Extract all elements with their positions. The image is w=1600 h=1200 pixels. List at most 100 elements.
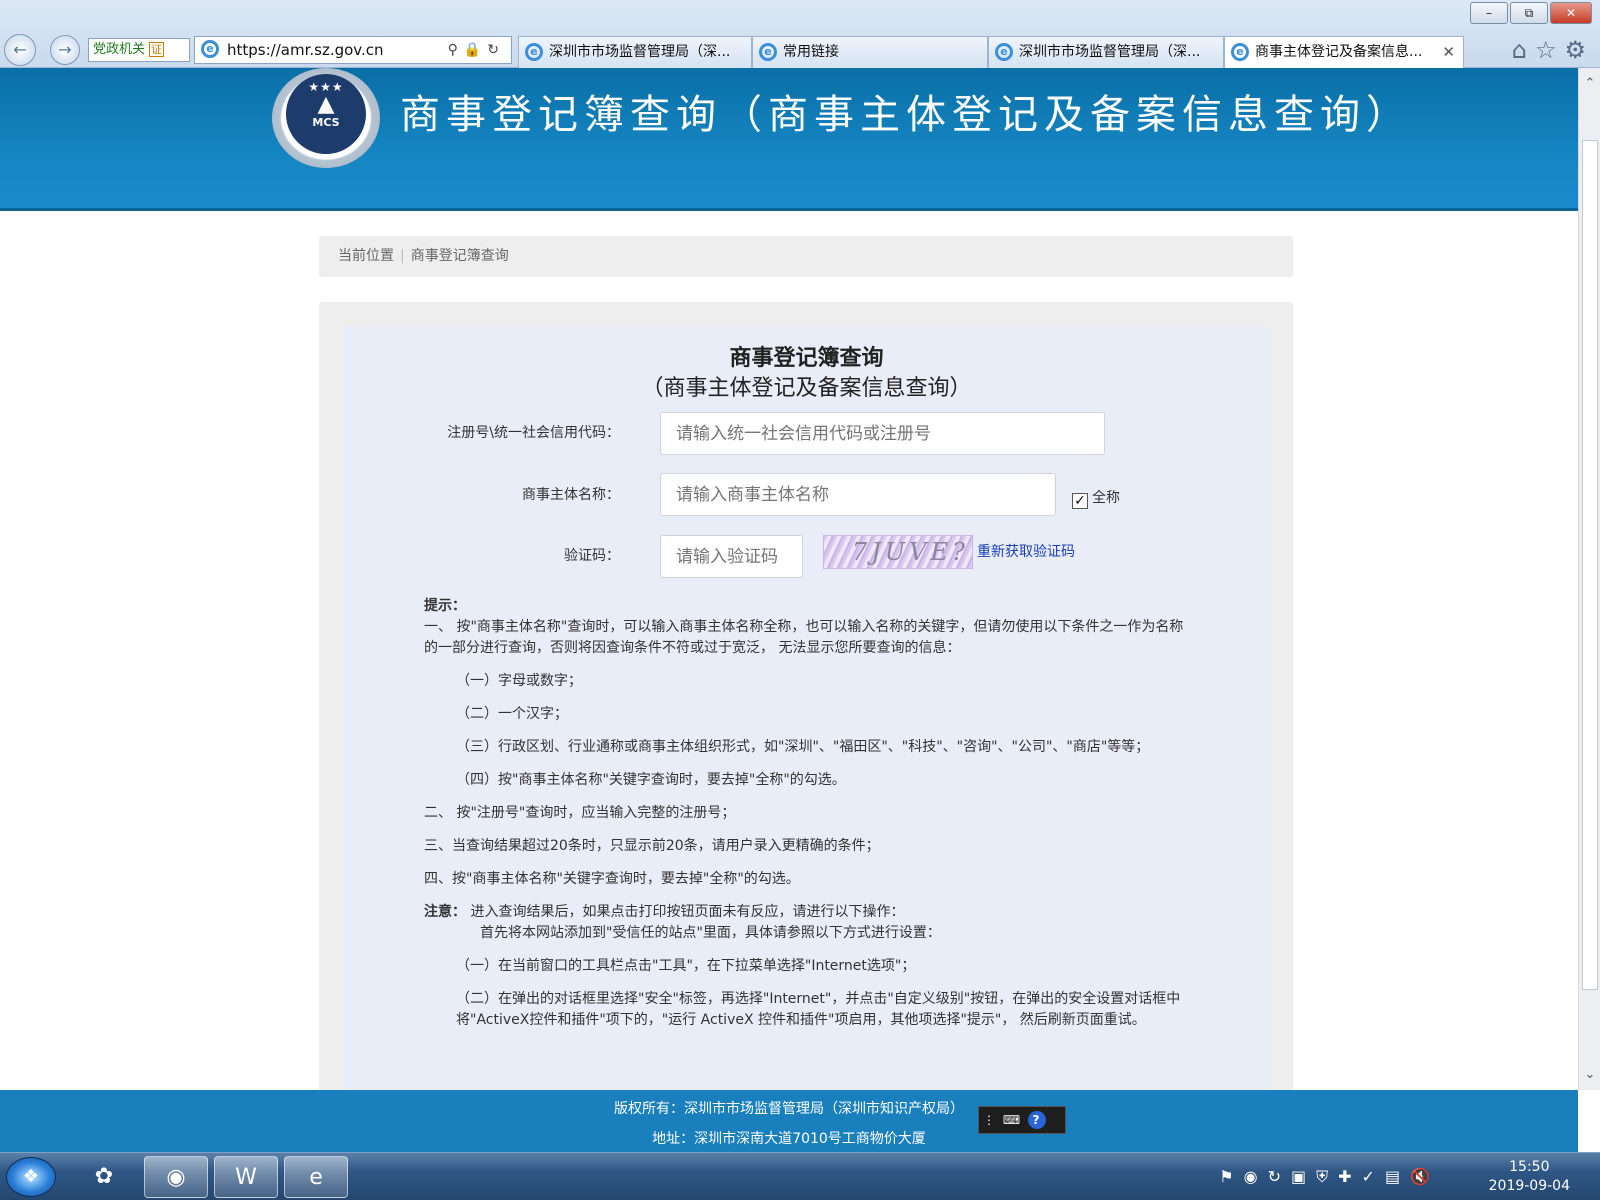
forward-icon: → <box>58 40 72 59</box>
tab-4-active[interactable]: e 商事主体登记及备案信息... ✕ <box>1224 36 1464 68</box>
logo-text: MCS <box>312 116 340 129</box>
address-bar[interactable]: e https://amr.sz.gov.cn ⚲🔒↻ <box>194 36 512 64</box>
site-tag-label: 党政机关 <box>93 42 146 57</box>
site-title: 商事登记簿查询（商事主体登记及备案信息查询） <box>400 92 1412 138</box>
plus-icon[interactable]: ✚ <box>1338 1167 1361 1186</box>
clock-date: 2019-09-04 <box>1488 1178 1570 1194</box>
tab-label: 常用链接 <box>783 44 839 60</box>
gear-icon[interactable]: ⚙ <box>1564 36 1594 64</box>
search-icon[interactable]: ⚲ <box>448 42 464 58</box>
tab-2[interactable]: e 常用链接 <box>752 36 988 68</box>
clock-time: 15:50 <box>1509 1159 1550 1175</box>
sync-icon[interactable]: ↻ <box>1268 1167 1291 1186</box>
browser-chrome: – ⧉ ✕ ← → 党政机关证 e https://amr.sz.gov.cn … <box>0 0 1600 68</box>
tip-4: 四、按"商事主体名称"关键字查询时，要去掉"全称"的勾选。 <box>424 871 800 887</box>
refresh-icon[interactable]: ↻ <box>487 42 505 58</box>
flag-icon[interactable]: ⚑ <box>1219 1167 1243 1186</box>
site-banner: ★★★ ▲ MCS 商事登记簿查询（商事主体登记及备案信息查询） <box>0 68 1578 211</box>
ie-icon: e <box>201 40 219 58</box>
site-tag-badge: 证 <box>149 42 165 57</box>
star-icon[interactable]: ☆ <box>1535 36 1565 64</box>
tip-3: 三、当查询结果超过20条时，只显示前20条，请用户录入更精确的条件； <box>424 838 880 854</box>
site-footer: 版权所有：深圳市市场监督管理局（深圳市知识产权局） 地址：深圳市深南大道7010… <box>0 1090 1578 1152</box>
ie-icon: e <box>1231 43 1249 61</box>
tab-1[interactable]: e 深圳市市场监督管理局（深... <box>518 36 752 68</box>
keyboard-icon[interactable]: ⌨ <box>1003 1113 1022 1127</box>
address-tools: ⚲🔒↻ <box>448 37 505 63</box>
ie-icon: e <box>759 43 777 61</box>
note-step-1: （一）在当前窗口的工具栏点击"工具"，在下拉菜单选择"Internet选项"； <box>456 958 916 974</box>
ie-icon: e <box>995 43 1013 61</box>
tab-label: 深圳市市场监督管理局（深... <box>549 44 731 60</box>
address-site-tag[interactable]: 党政机关证 <box>88 38 190 62</box>
taskbar-app-icon[interactable]: ✿ <box>72 1156 136 1198</box>
captcha-input[interactable] <box>660 535 803 578</box>
help-icon[interactable]: ? <box>1027 1111 1046 1129</box>
note-text: 进入查询结果后，如果点击打印按钮页面未有反应，请进行以下操作： <box>470 904 905 920</box>
url-text: https://amr.sz.gov.cn <box>227 41 384 59</box>
tip-1-sub-4: （四）按"商事主体名称"关键字查询时，要去掉"全称"的勾选。 <box>456 772 846 788</box>
back-icon: ← <box>13 40 27 59</box>
note-heading: 注意： <box>424 904 466 920</box>
system-tray: ⚑◉↻▣⛨✚✓▤🔇 <box>1219 1167 1440 1187</box>
word-icon[interactable]: W <box>214 1156 278 1198</box>
windows-start-icon[interactable]: ❖ <box>6 1157 56 1197</box>
fullname-label: 全称 <box>1092 490 1120 506</box>
tab-label: 商事主体登记及备案信息... <box>1255 44 1423 60</box>
minimize-button[interactable]: – <box>1470 2 1508 24</box>
restore-button[interactable]: ⧉ <box>1510 2 1548 24</box>
logo-emblem-icon: ▲ <box>317 92 335 117</box>
close-tab-icon[interactable]: ✕ <box>1442 37 1455 67</box>
scroll-down-icon[interactable]: ⌄ <box>1579 1067 1600 1082</box>
form-subtitle: （商事主体登记及备案信息查询） <box>641 376 972 401</box>
tip-1: 一、 按"商事主体名称"查询时，可以输入商事主体名称全称，也可以输入名称的关键字… <box>424 619 1184 656</box>
check-icon[interactable]: ✓ <box>1362 1167 1385 1186</box>
wechat-tray-icon[interactable]: ◉ <box>1244 1167 1268 1186</box>
footer-copyright: 版权所有：深圳市市场监督管理局（深圳市知识产权局） <box>614 1101 964 1117</box>
ie-taskbar-icon[interactable]: e <box>284 1156 348 1198</box>
checkmark-icon[interactable]: ✓ <box>1072 493 1088 509</box>
window-controls: – ⧉ ✕ <box>1468 2 1592 24</box>
breadcrumb-label: 当前位置 <box>338 248 394 264</box>
wechat-icon[interactable]: ◉ <box>144 1156 208 1198</box>
tab-3[interactable]: e 深圳市市场监督管理局（深... <box>988 36 1224 68</box>
ime-toolbar[interactable]: ⋮ ⌨ ? <box>978 1106 1066 1134</box>
taskbar-clock[interactable]: 15:50 2019-09-04 <box>1489 1158 1570 1196</box>
note-text-2: 首先将本网站添加到"受信任的站点"里面，具体请参照以下方式进行设置： <box>480 925 941 941</box>
lock-icon[interactable]: 🔒 <box>464 42 487 58</box>
browser-toolbar-icons: ⌂☆⚙ <box>1512 36 1594 64</box>
tips-heading: 提示： <box>424 598 466 614</box>
home-icon[interactable]: ⌂ <box>1512 36 1535 64</box>
volume-muted-icon[interactable]: 🔇 <box>1410 1167 1440 1186</box>
credit-code-input[interactable] <box>660 412 1105 455</box>
agency-logo: ★★★ ▲ MCS <box>272 68 380 168</box>
form-title: 商事登记簿查询 <box>729 346 884 371</box>
fullname-checkbox[interactable]: ✓ 全称 <box>1072 487 1120 509</box>
code-label: 注册号\统一社会信用代码： <box>447 425 620 441</box>
tip-1-sub-1: （一）字母或数字； <box>456 673 582 689</box>
ime-grip-icon: ⋮ <box>983 1113 997 1127</box>
entity-name-input[interactable] <box>660 473 1056 516</box>
tip-1-sub-2: （二）一个汉字； <box>456 706 568 722</box>
breadcrumb-page[interactable]: 商事登记簿查询 <box>411 248 509 264</box>
breadcrumb: 当前位置 | 商事登记簿查询 <box>319 236 1293 277</box>
name-label: 商事主体名称： <box>522 487 620 503</box>
tip-2: 二、 按"注册号"查询时，应当输入完整的注册号； <box>424 805 736 821</box>
back-button[interactable]: ← <box>4 34 36 66</box>
ie-icon: e <box>525 43 543 61</box>
note-step-2: （二）在弹出的对话框里选择"安全"标签，再选择"Internet"，并点击"自定… <box>456 991 1181 1028</box>
footer-address: 地址：深圳市深南大道7010号工商物价大厦 <box>652 1131 926 1147</box>
refresh-captcha-link[interactable]: 重新获取验证码 <box>977 541 1075 561</box>
captcha-image[interactable]: 7JUVE? <box>823 535 973 569</box>
tips-section: 提示： 一、 按"商事主体名称"查询时，可以输入商事主体名称全称，也可以输入名称… <box>424 596 1184 1031</box>
device-icon[interactable]: ▣ <box>1291 1167 1316 1186</box>
scrollbar-thumb[interactable] <box>1582 140 1598 990</box>
scroll-up-icon[interactable]: ⌃ <box>1579 76 1600 91</box>
captcha-label: 验证码： <box>564 548 620 564</box>
close-window-button[interactable]: ✕ <box>1550 2 1592 24</box>
tip-1-sub-3: （三）行政区划、行业通称或商事主体组织形式，如"深圳"、"福田区"、"科技"、"… <box>456 739 1150 755</box>
page-scrollbar[interactable]: ⌃ ⌄ <box>1578 68 1600 1090</box>
forward-button[interactable]: → <box>50 35 80 65</box>
network-icon[interactable]: ▤ <box>1385 1167 1410 1186</box>
shield-icon[interactable]: ⛨ <box>1316 1167 1338 1186</box>
